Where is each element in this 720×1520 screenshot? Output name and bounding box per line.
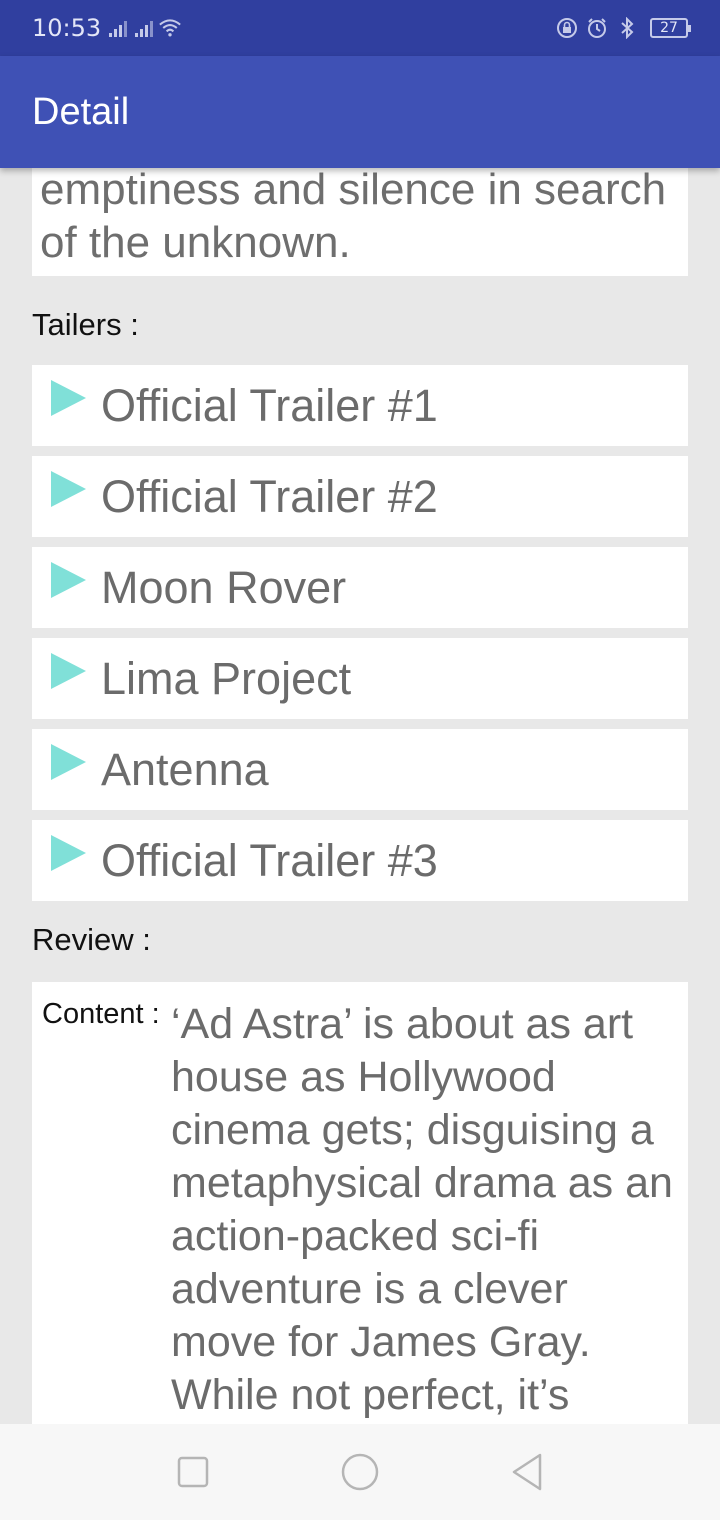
trailer-item[interactable]: Moon Rover bbox=[32, 547, 688, 628]
play-icon bbox=[51, 653, 86, 689]
review-content: ‘Ad Astra’ is about as art house as Holl… bbox=[171, 1000, 673, 1419]
trailer-name: Lima Project bbox=[101, 653, 352, 704]
play-icon bbox=[51, 562, 86, 598]
app-bar: Detail bbox=[0, 56, 720, 168]
play-icon bbox=[51, 380, 86, 416]
signal-icon bbox=[135, 19, 154, 37]
status-time: 10:53 bbox=[32, 14, 102, 42]
recent-apps-icon bbox=[178, 1456, 209, 1488]
navigation-bar bbox=[0, 1424, 720, 1520]
lock-rotation-icon bbox=[556, 17, 578, 39]
trailer-item[interactable]: Official Trailer #2 bbox=[32, 456, 688, 537]
trailers-label: Tailers : bbox=[32, 307, 139, 342]
battery-level: 27 bbox=[660, 20, 678, 36]
trailer-name: Official Trailer #3 bbox=[101, 835, 438, 886]
recent-apps-button[interactable] bbox=[163, 1442, 223, 1502]
trailer-item[interactable]: Lima Project bbox=[32, 638, 688, 719]
overview-text: emptiness and silence in search of the u… bbox=[40, 168, 667, 267]
bluetooth-icon bbox=[616, 17, 638, 39]
overview-card: emptiness and silence in search of the u… bbox=[32, 168, 688, 276]
play-icon bbox=[51, 744, 86, 780]
trailer-name: Antenna bbox=[101, 744, 269, 795]
review-content-label: Content : bbox=[42, 998, 160, 1030]
review-card: Content : ‘Ad Astra’ is about as art hou… bbox=[32, 982, 688, 1424]
trailer-item[interactable]: Official Trailer #3 bbox=[32, 820, 688, 901]
wifi-icon bbox=[159, 17, 181, 39]
back-button[interactable] bbox=[497, 1442, 557, 1502]
review-label: Review : bbox=[32, 922, 151, 957]
home-button[interactable] bbox=[330, 1442, 390, 1502]
play-icon bbox=[51, 835, 86, 871]
trailer-item[interactable]: Antenna bbox=[32, 729, 688, 810]
trailer-item[interactable]: Official Trailer #1 bbox=[32, 365, 688, 446]
alarm-icon bbox=[586, 17, 608, 39]
trailer-name: Official Trailer #1 bbox=[101, 380, 438, 431]
battery-icon: 27 bbox=[650, 18, 691, 38]
back-icon bbox=[512, 1453, 541, 1491]
trailer-name: Moon Rover bbox=[101, 562, 347, 613]
status-bar: 10:53 27 bbox=[0, 0, 720, 56]
signal-icon bbox=[109, 19, 128, 37]
home-icon bbox=[341, 1453, 379, 1491]
trailer-name: Official Trailer #2 bbox=[101, 471, 438, 522]
play-icon bbox=[51, 471, 86, 507]
page-title: Detail bbox=[32, 90, 130, 133]
detail-content[interactable]: emptiness and silence in search of the u… bbox=[0, 168, 720, 1424]
